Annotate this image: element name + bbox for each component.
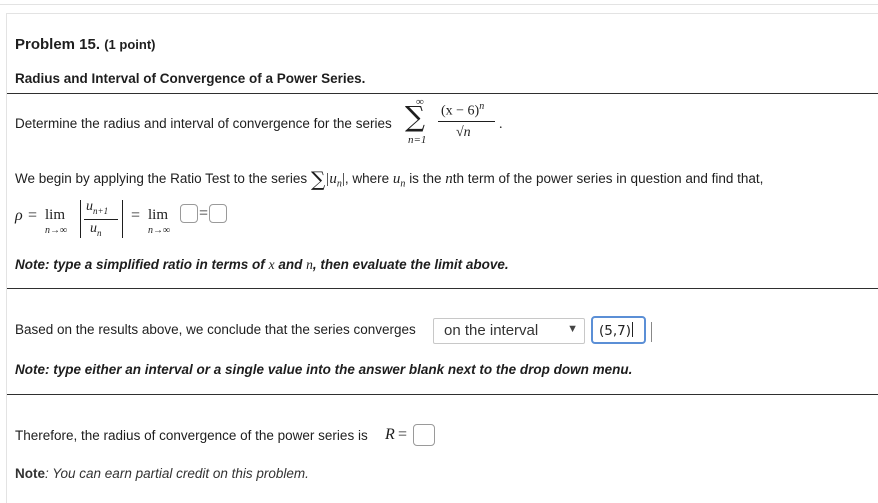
note1-n-var: n bbox=[306, 257, 313, 272]
text-cursor bbox=[632, 322, 634, 337]
ratio-den-sub: n bbox=[97, 227, 102, 238]
sigma-symbol: ∑ bbox=[405, 100, 425, 133]
interval-answer-value: (5,7) bbox=[599, 323, 632, 339]
note-simplified-ratio: Note: type a simplified ratio in terms o… bbox=[15, 257, 509, 273]
problem-number: Problem 15. bbox=[15, 36, 101, 53]
limit-lim-2-sub: n→∞ bbox=[148, 225, 171, 236]
numerator-text: (x − 6) bbox=[441, 103, 480, 119]
conclusion-text: Based on the results above, we conclude … bbox=[15, 322, 416, 337]
chevron-down-icon: ▼ bbox=[567, 323, 578, 335]
ratio-denominator: un bbox=[90, 221, 102, 238]
series-end-punct: . bbox=[499, 117, 503, 132]
limit-eq-3: = bbox=[199, 204, 209, 222]
series-fraction-bar bbox=[438, 121, 495, 122]
radius-answer-input[interactable] bbox=[413, 424, 435, 446]
ratio-text-after: is the bbox=[409, 171, 442, 186]
ratio-sigma-symbol: ∑ bbox=[310, 167, 326, 191]
note1-and: and bbox=[278, 257, 303, 272]
limit-lim-1: lim bbox=[45, 207, 66, 223]
limit-eq-1: = bbox=[28, 207, 38, 224]
ratio-num-u: u bbox=[86, 199, 93, 214]
ratio-answer-row: = bbox=[180, 204, 228, 223]
ratio-u-sub: n bbox=[400, 178, 406, 190]
divider bbox=[7, 288, 878, 289]
ratio-abs-term: |u bbox=[325, 171, 337, 187]
note1-after: , then evaluate the limit above. bbox=[312, 257, 509, 272]
ratio-den-u: u bbox=[90, 221, 97, 236]
rho-symbol: ρ bbox=[15, 207, 23, 224]
limit-eq-2: = bbox=[131, 207, 141, 224]
top-frame-border bbox=[0, 0, 878, 5]
ratio-numerator: un+1 bbox=[86, 199, 108, 216]
series-denominator: √n bbox=[456, 125, 471, 140]
problem-title: Problem 15. (1 point) bbox=[15, 36, 155, 53]
ratio-num-sub: n+1 bbox=[93, 205, 109, 216]
note1-x-var: x bbox=[268, 257, 275, 272]
convergence-dropdown[interactable]: on the interval ▼ bbox=[433, 318, 585, 344]
note3-label: Note bbox=[15, 466, 45, 481]
ratio-answer-input[interactable] bbox=[180, 204, 198, 223]
abs-bar-left bbox=[80, 200, 81, 238]
series-prompt: Determine the radius and interval of con… bbox=[15, 116, 392, 131]
problem-subtitle: Radius and Interval of Convergence of a … bbox=[15, 71, 366, 86]
numerator-exponent: n bbox=[479, 101, 485, 112]
divider bbox=[7, 394, 878, 395]
problem-points: (1 point) bbox=[104, 37, 156, 52]
interval-answer-input[interactable]: (5,7) bbox=[591, 316, 646, 344]
ratio-text-before: We begin by applying the Ratio Test to t… bbox=[15, 171, 308, 186]
limit-answer-input[interactable] bbox=[209, 204, 228, 223]
radius-var: R bbox=[385, 426, 395, 443]
ratio-nth-var: n bbox=[445, 171, 453, 187]
limit-lim-1-sub: n→∞ bbox=[45, 225, 68, 236]
partial-credit-note: Note: You can earn partial credit on thi… bbox=[15, 466, 309, 481]
ratio-fraction-bar bbox=[84, 219, 118, 220]
note3-text: : You can earn partial credit on this pr… bbox=[45, 466, 309, 481]
series-numerator: (x − 6)n bbox=[441, 101, 484, 120]
ratio-test-line: We begin by applying the Ratio Test to t… bbox=[15, 167, 763, 191]
radius-text: Therefore, the radius of convergence of … bbox=[15, 428, 368, 443]
divider bbox=[7, 93, 878, 94]
note1-before: Note: type a simplified ratio in terms o… bbox=[15, 257, 265, 272]
ratio-text-middle: , where bbox=[344, 171, 390, 186]
abs-bar-right bbox=[122, 200, 123, 238]
ratio-text-end: th term of the power series in question … bbox=[452, 171, 764, 186]
limit-lim-2: lim bbox=[148, 207, 169, 223]
radius-answer-wrap bbox=[413, 424, 435, 446]
series-lower-limit: n=1 bbox=[408, 134, 427, 146]
dropdown-selected-value: on the interval bbox=[444, 322, 539, 339]
radius-eq: = bbox=[398, 426, 408, 443]
note-interval-or-value: Note: type either an interval or a singl… bbox=[15, 362, 633, 377]
answer-feedback-marker bbox=[651, 322, 652, 342]
